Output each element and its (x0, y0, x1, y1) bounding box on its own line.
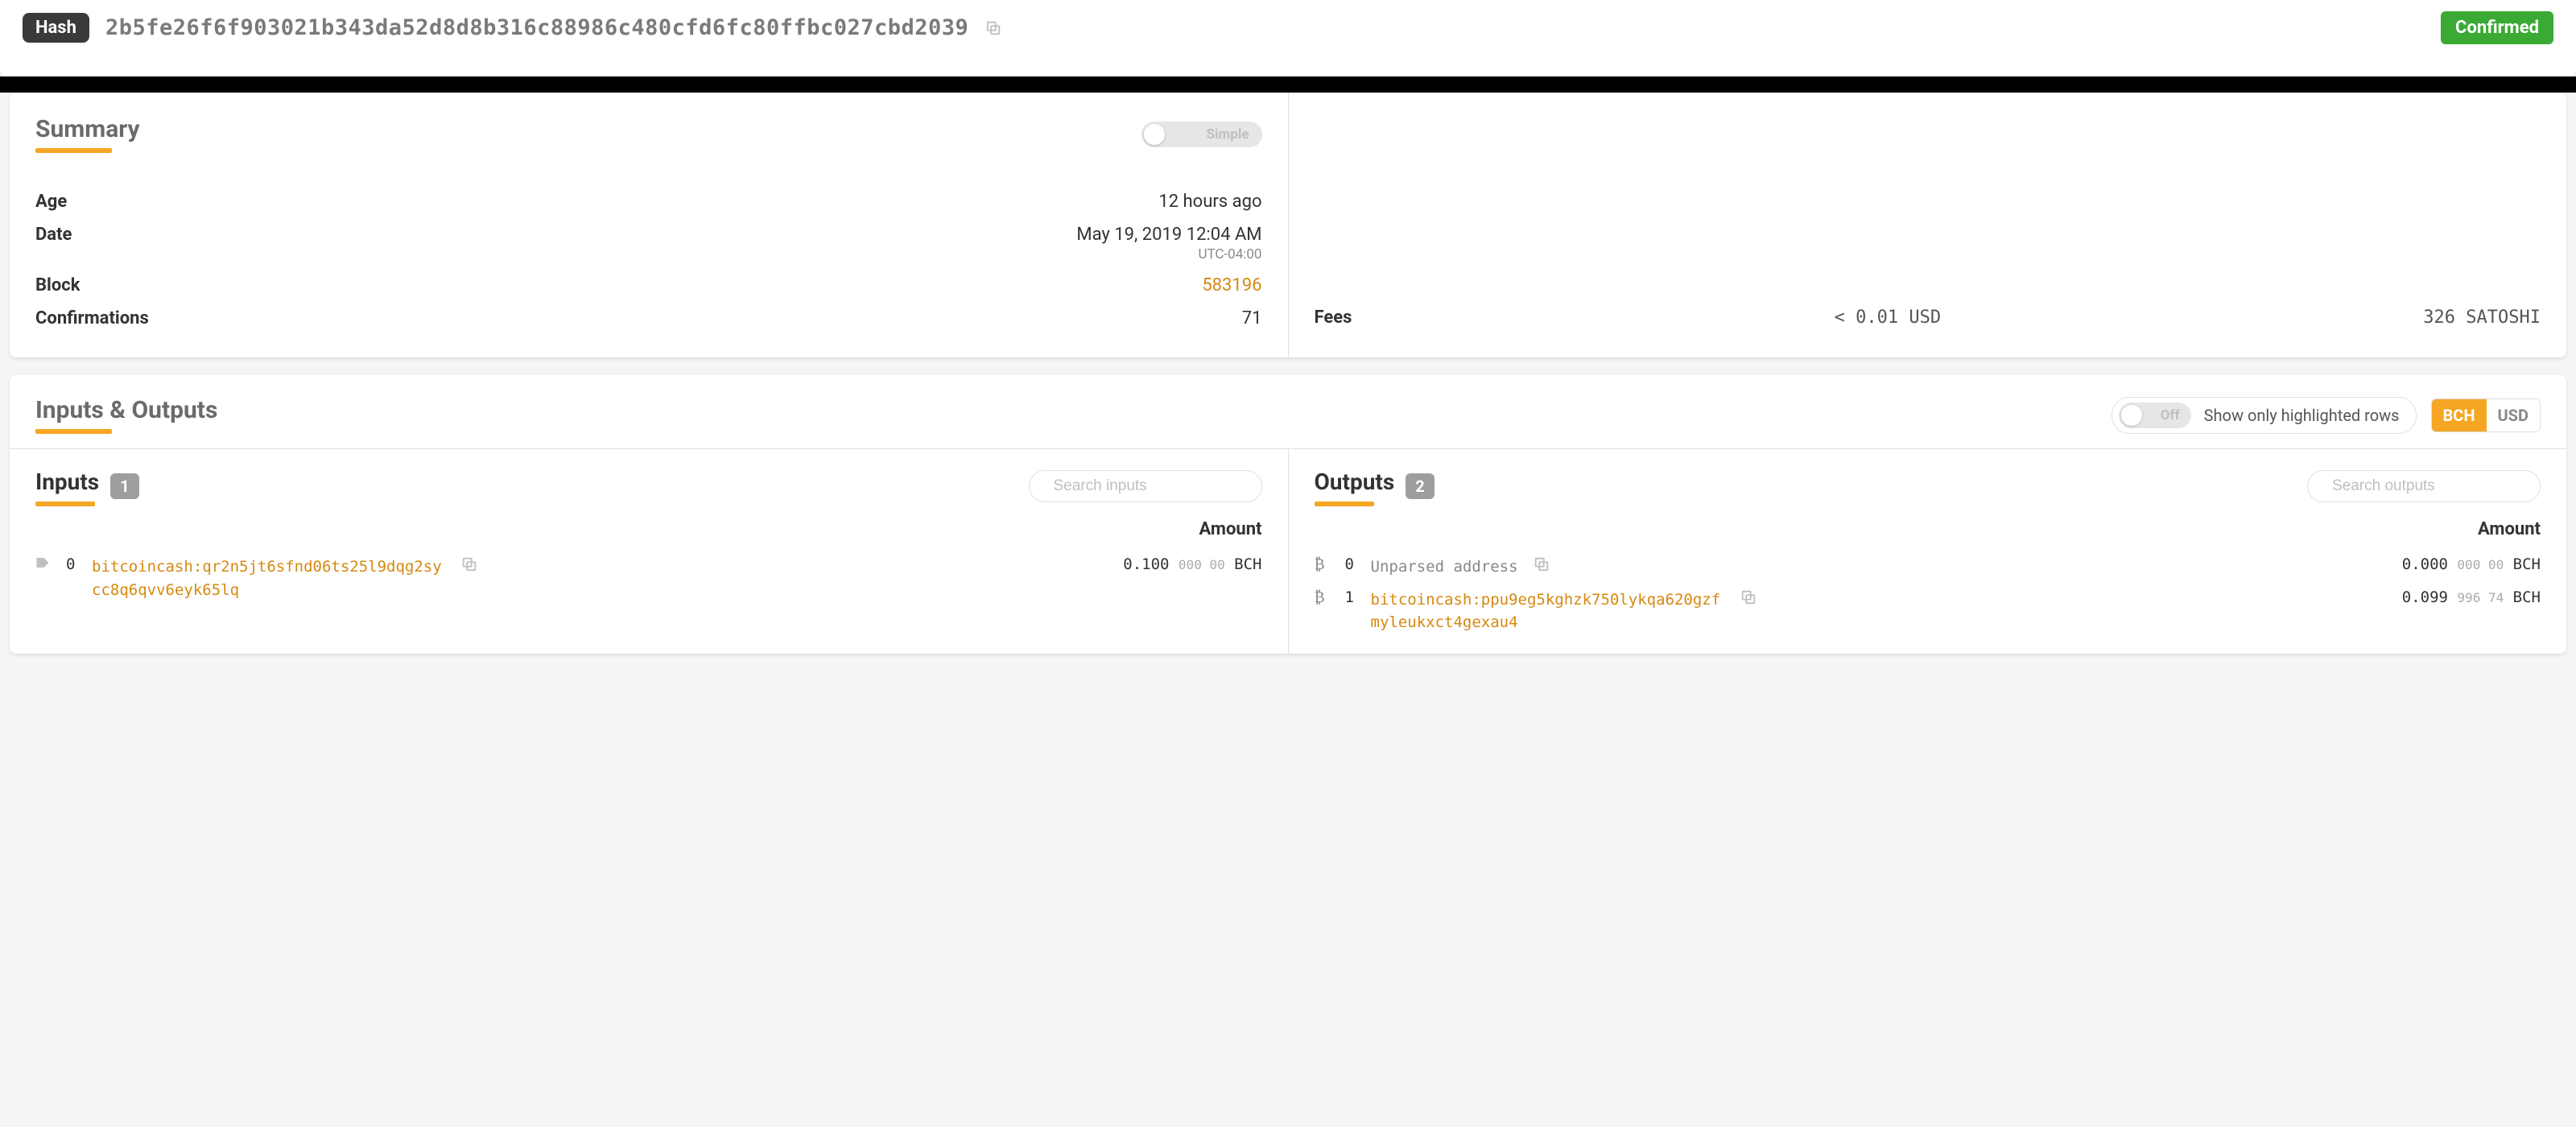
inputs-search-input[interactable] (1054, 477, 1251, 495)
fees-satoshi: 326 SATOSHI (2423, 308, 2541, 328)
input-amount-main: 0.100 (1123, 555, 1169, 573)
status-badge: Confirmed (2441, 11, 2553, 44)
confirmations-value: 71 (1242, 308, 1262, 328)
output-amount-unit: BCH (2513, 555, 2541, 573)
output-row: ₿ 1 bitcoincash:ppu9eg5kghzk750lykqa620g… (1315, 584, 2541, 639)
inputs-title: Inputs (35, 469, 99, 503)
hash-card: Hash 2b5fe26f6f903021b343da52d8d8b316c88… (0, 0, 2576, 76)
simple-toggle[interactable]: Simple (1141, 122, 1262, 147)
age-value: 12 hours ago (1158, 192, 1261, 212)
output-amount-unit: BCH (2513, 588, 2541, 606)
highlight-control: Off Show only highlighted rows (2112, 397, 2417, 434)
copy-output-address-icon[interactable] (1740, 588, 1757, 606)
input-amount-dec: 000 00 (1179, 557, 1225, 572)
output-amount: 0.000 000 00 BCH (2402, 555, 2541, 573)
output-row: ₿ 0 Unparsed address 0.000 000 00 BCH (1315, 551, 2541, 584)
output-amount-main: 0.099 (2402, 588, 2448, 606)
date-label: Date (35, 225, 72, 245)
bitcoin-icon: ₿ (1315, 588, 1331, 607)
divider-bar (0, 76, 2576, 93)
age-label: Age (35, 192, 67, 212)
io-header: Inputs & Outputs Off Show only highlight… (10, 375, 2566, 448)
block-link[interactable]: 583196 (1202, 275, 1261, 295)
fees-panel: Fees < 0.01 USD 326 SATOSHI (1289, 93, 2567, 357)
output-amount-dec: 000 00 (2457, 557, 2504, 572)
currency-toggle: BCH USD (2431, 398, 2541, 432)
bitcoin-icon: ₿ (1315, 555, 1331, 574)
currency-bch-button[interactable]: BCH (2432, 399, 2487, 431)
output-address-link[interactable]: bitcoincash:ppu9eg5kghzk750lykqa620gzfmy… (1371, 588, 1725, 634)
output-index: 0 (1345, 555, 1356, 573)
inputs-amount-header: Amount (35, 519, 1262, 539)
simple-toggle-label: Simple (1207, 126, 1249, 142)
confirmations-label: Confirmations (35, 308, 149, 328)
date-value-main: May 19, 2019 12:04 AM (1076, 225, 1261, 245)
summary-panel: Summary Simple Age 12 hours ago Date May… (10, 93, 1289, 357)
input-amount-unit: BCH (1234, 555, 1261, 573)
highlight-toggle-label: Off (2161, 407, 2180, 423)
hash-label-badge: Hash (23, 13, 89, 43)
io-card: Inputs & Outputs Off Show only highlight… (10, 375, 2566, 654)
block-label: Block (35, 275, 80, 295)
summary-card: Summary Simple Age 12 hours ago Date May… (10, 93, 2566, 357)
output-amount-main: 0.000 (2402, 555, 2448, 573)
outputs-title: Outputs (1315, 469, 1395, 503)
inputs-panel: Inputs 1 Amount 0 bitcoincash:qr2n5jt6sf… (10, 449, 1289, 654)
inputs-count-badge: 1 (110, 473, 138, 499)
outputs-panel: Outputs 2 Amount ₿ 0 Unparsed address (1289, 449, 2567, 654)
copy-hash-icon[interactable] (985, 19, 1002, 37)
summary-row-date: Date May 19, 2019 12:04 AM UTC-04:00 (35, 218, 1262, 269)
input-row: 0 bitcoincash:qr2n5jt6sfnd06ts25l9dqg2sy… (35, 551, 1262, 606)
currency-usd-button[interactable]: USD (2487, 399, 2541, 431)
highlight-toggle[interactable]: Off (2119, 402, 2191, 428)
toggle-knob (2121, 405, 2142, 426)
output-amount-dec: 996 74 (2457, 590, 2504, 605)
input-address-link[interactable]: bitcoincash:qr2n5jt6sfnd06ts25l9dqg2sycc… (92, 555, 446, 601)
date-value: May 19, 2019 12:04 AM UTC-04:00 (1076, 225, 1261, 262)
outputs-count-badge: 2 (1406, 473, 1434, 499)
copy-output-address-icon[interactable] (1533, 555, 1550, 573)
outputs-amount-header: Amount (1315, 519, 2541, 539)
outputs-search[interactable] (2307, 470, 2541, 502)
fees-label: Fees (1315, 308, 1352, 328)
inputs-search[interactable] (1029, 470, 1262, 502)
input-amount: 0.100 000 00 BCH (1123, 555, 1261, 573)
summary-row-confirmations: Confirmations 71 (35, 302, 1262, 335)
output-index: 1 (1345, 588, 1356, 606)
hash-value: 2b5fe26f6f903021b343da52d8d8b316c88986c4… (105, 15, 968, 40)
date-value-tz: UTC-04:00 (1076, 246, 1261, 262)
toggle-knob (1144, 124, 1165, 145)
fees-usd: < 0.01 USD (1835, 308, 1941, 328)
io-title: Inputs & Outputs (35, 396, 217, 434)
output-amount: 0.099 996 74 BCH (2402, 588, 2541, 606)
input-tag-icon (35, 555, 52, 573)
highlight-text: Show only highlighted rows (2204, 406, 2400, 425)
copy-input-address-icon[interactable] (460, 555, 478, 573)
input-index: 0 (66, 555, 77, 573)
summary-row-age: Age 12 hours ago (35, 185, 1262, 218)
summary-row-block: Block 583196 (35, 269, 1262, 302)
outputs-search-input[interactable] (2332, 477, 2529, 495)
summary-title: Summary (35, 115, 140, 153)
output-address-unparsed: Unparsed address (1371, 555, 1518, 579)
